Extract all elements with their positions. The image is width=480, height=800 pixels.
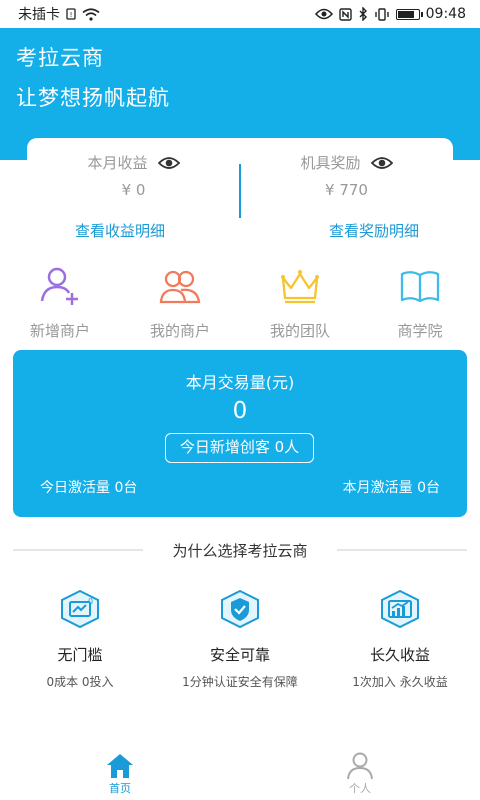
svg-text:!: ! xyxy=(70,11,73,19)
quick-item-business-school[interactable]: 商学院 xyxy=(360,262,480,340)
status-right: 09:48 xyxy=(314,6,466,22)
tab-label: 个人 xyxy=(349,782,371,795)
tab-label: 首页 xyxy=(109,782,131,795)
vibrate-icon xyxy=(374,7,389,21)
eye-comfort-icon xyxy=(314,8,333,20)
volume-value: 0 xyxy=(232,398,248,424)
book-icon xyxy=(400,271,440,303)
today-activation: 今日激活量 0台 xyxy=(40,480,138,496)
sim-icon: ! xyxy=(66,8,76,20)
quick-label: 新增商户 xyxy=(29,322,90,340)
reward-label-row: 机具奖励 xyxy=(300,152,393,173)
quick-label: 我的商户 xyxy=(149,322,210,340)
nfc-icon xyxy=(338,7,352,21)
tab-profile[interactable]: 个人 xyxy=(240,746,480,800)
volume-title: 本月交易量(元) xyxy=(185,373,295,392)
feature-title: 长久收益 xyxy=(369,646,430,664)
person-icon xyxy=(347,752,373,780)
feature-desc: 1次加入 永久收益 xyxy=(352,675,448,689)
status-bar: 未插卡 ! 09:48 xyxy=(0,0,480,28)
feature-desc: 0成本 0投入 xyxy=(46,675,114,689)
shield-check-icon xyxy=(221,589,259,629)
feature-list: 0 无门槛 0成本 0投入 安全可靠 1分钟认证安全有保障 长久收益 1次加入 … xyxy=(0,589,480,690)
quick-label: 商学院 xyxy=(397,322,443,340)
zero-cost-icon: 0 xyxy=(61,589,99,629)
income-detail-link[interactable]: 查看收益明细 xyxy=(0,220,240,241)
carrier-text: 未插卡 xyxy=(18,7,60,23)
quick-item-my-merchants[interactable]: 我的商户 xyxy=(120,262,240,340)
users-icon xyxy=(159,270,201,304)
month-income-label: 本月收益 xyxy=(87,154,148,172)
growth-chart-icon xyxy=(381,589,419,629)
add-user-icon xyxy=(40,267,78,305)
month-income-block: 本月收益 ¥ 0 xyxy=(27,152,240,199)
bottom-tab-bar: 首页 个人 xyxy=(0,746,480,800)
feature-no-threshold: 0 无门槛 0成本 0投入 xyxy=(0,589,160,690)
crown-icon xyxy=(281,270,319,304)
feature-desc: 1分钟认证安全有保障 xyxy=(182,675,298,689)
feature-title: 安全可靠 xyxy=(209,646,270,664)
tab-home[interactable]: 首页 xyxy=(0,746,240,800)
feature-long-term: 长久收益 1次加入 永久收益 xyxy=(320,589,480,690)
quick-label: 我的团队 xyxy=(269,322,330,340)
reward-block: 机具奖励 ¥ 770 xyxy=(240,152,453,199)
quick-item-add-merchant[interactable]: 新增商户 xyxy=(0,262,120,340)
bluetooth-icon xyxy=(359,7,367,21)
battery-icon xyxy=(395,8,423,20)
today-new-makers-badge: 今日新增创客 0人 xyxy=(165,433,314,463)
eye-icon[interactable] xyxy=(370,156,393,170)
app-slogan: 让梦想扬帆起航 xyxy=(16,86,170,110)
transaction-volume-card[interactable]: 本月交易量(元) 0 今日新增创客 0人 今日激活量 0台 本月激活量 0台 xyxy=(13,350,467,517)
feature-title: 无门槛 xyxy=(57,646,103,664)
wifi-icon xyxy=(82,7,100,21)
app-title: 考拉云商 xyxy=(16,46,104,70)
why-heading: 为什么选择考拉云商 xyxy=(13,538,467,562)
why-title: 为什么选择考拉云商 xyxy=(172,542,308,560)
quick-item-my-team[interactable]: 我的团队 xyxy=(240,262,360,340)
month-income-label-row: 本月收益 xyxy=(87,152,180,173)
month-activation: 本月激活量 0台 xyxy=(342,480,440,496)
divider xyxy=(337,549,467,551)
eye-icon[interactable] xyxy=(157,156,180,170)
earnings-card: 本月收益 ¥ 0 机具奖励 ¥ 770 查看收益明细 查看奖励明细 xyxy=(27,138,453,248)
month-income-value: ¥ 0 xyxy=(121,181,146,199)
status-left: 未插卡 ! xyxy=(18,4,100,24)
reward-value: ¥ 770 xyxy=(325,181,368,199)
home-icon xyxy=(107,754,133,778)
quick-menu: 新增商户 我的商户 我的团队 商学院 xyxy=(0,262,480,340)
svg-text:0: 0 xyxy=(88,597,93,606)
feature-safe: 安全可靠 1分钟认证安全有保障 xyxy=(160,589,320,690)
clock-text: 09:48 xyxy=(425,6,466,22)
reward-label: 机具奖励 xyxy=(300,154,361,172)
reward-detail-link[interactable]: 查看奖励明细 xyxy=(274,220,474,241)
